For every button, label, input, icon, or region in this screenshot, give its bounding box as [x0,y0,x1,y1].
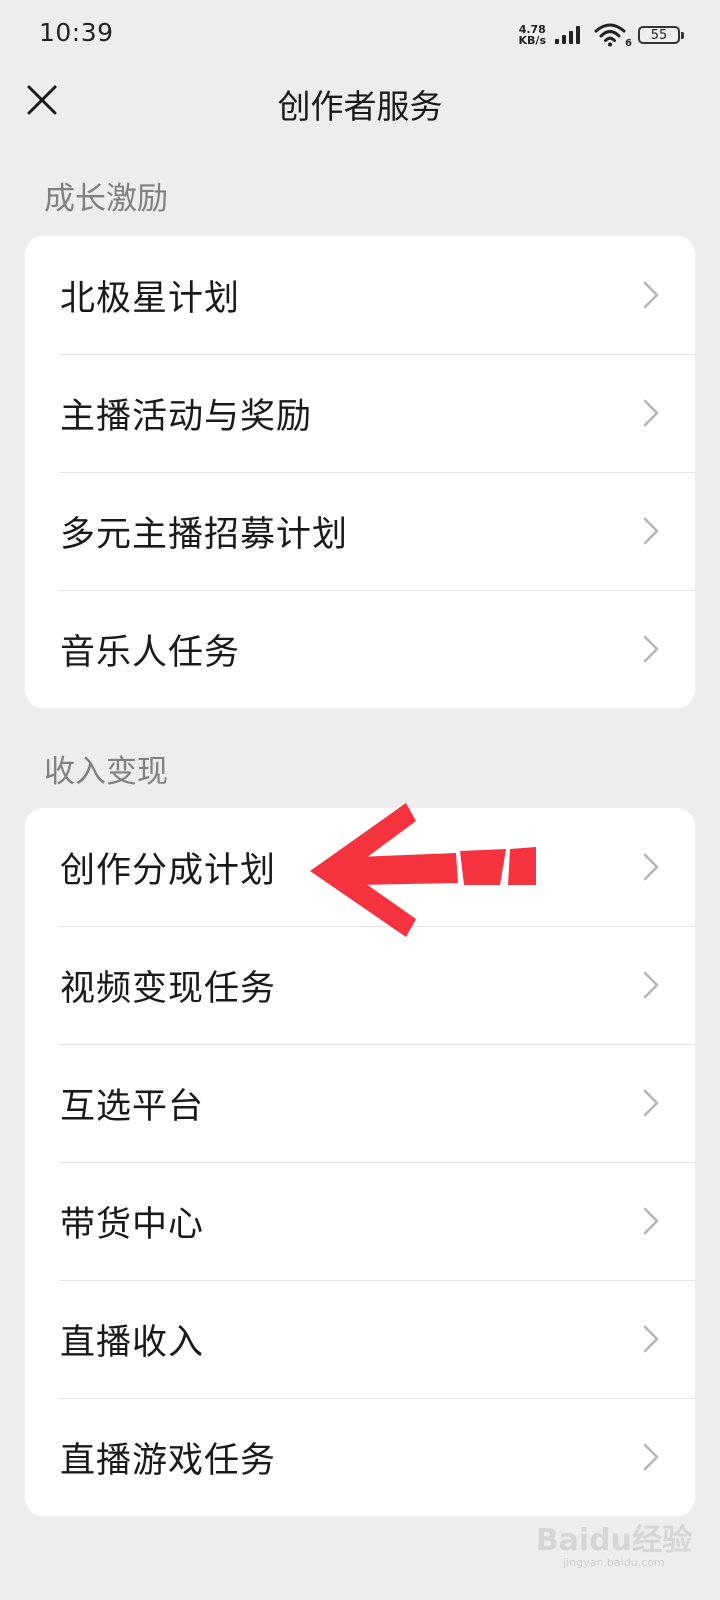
chevron-right-icon [643,281,659,309]
list-item-label: 创作分成计划 [60,850,277,891]
list-item[interactable]: 音乐人任务 [25,590,695,708]
battery-icon: 55 [638,26,684,44]
growth-card: 北极星计划 主播活动与奖励 多元主播招募计划 音乐人任务 [25,236,695,708]
chevron-right-icon [643,1325,659,1353]
network-speed-unit: KB/s [518,34,546,47]
battery-level: 55 [650,27,668,43]
list-item-label: 互选平台 [60,1086,205,1127]
chevron-right-icon [643,635,659,663]
list-item-label: 视频变现任务 [60,968,277,1009]
watermark-sub: jingyan.baidu.com [563,1556,665,1569]
list-item-label: 直播游戏任务 [60,1440,277,1481]
list-item[interactable]: 直播游戏任务 [25,1398,695,1516]
network-speed: 4.78 KB/s [519,24,546,46]
section-title-monetization: 收入变现 [44,754,168,790]
status-icons: 4.78 KB/s 6 55 [519,20,684,50]
wifi-icon [594,23,626,47]
list-item[interactable]: 多元主播招募计划 [25,472,695,590]
status-time: 10:39 [39,18,114,47]
signal-icon [555,26,580,44]
section-title-growth: 成长激励 [44,181,168,217]
list-item[interactable]: 北极星计划 [25,236,695,354]
list-item-label: 音乐人任务 [60,632,241,673]
wifi-badge: 6 [625,38,632,49]
list-item-label: 直播收入 [60,1322,205,1363]
list-item[interactable]: 互选平台 [25,1044,695,1162]
chevron-right-icon [643,1207,659,1235]
list-item-label: 主播活动与奖励 [60,396,313,437]
annotation-arrow-icon [310,803,536,937]
list-item-label: 北极星计划 [60,278,241,319]
wifi-group: 6 [594,23,632,49]
status-bar: 10:39 4.78 KB/s 6 55 [0,0,720,70]
list-item-label: 多元主播招募计划 [60,514,349,555]
page-title: 创作者服务 [277,87,443,126]
list-item[interactable]: 带货中心 [25,1162,695,1280]
chevron-right-icon [643,1443,659,1471]
watermark: Baidu经验 jingyan.baidu.com [536,1526,692,1570]
watermark-text: Baidu经验 [535,1523,692,1558]
chevron-right-icon [643,853,659,881]
header: 创作者服务 [0,70,720,136]
list-item[interactable]: 直播收入 [25,1280,695,1398]
chevron-right-icon [643,971,659,999]
list-item-label: 带货中心 [60,1204,205,1245]
chevron-right-icon [643,1089,659,1117]
chevron-right-icon [643,517,659,545]
list-item[interactable]: 主播活动与奖励 [25,354,695,472]
chevron-right-icon [643,399,659,427]
